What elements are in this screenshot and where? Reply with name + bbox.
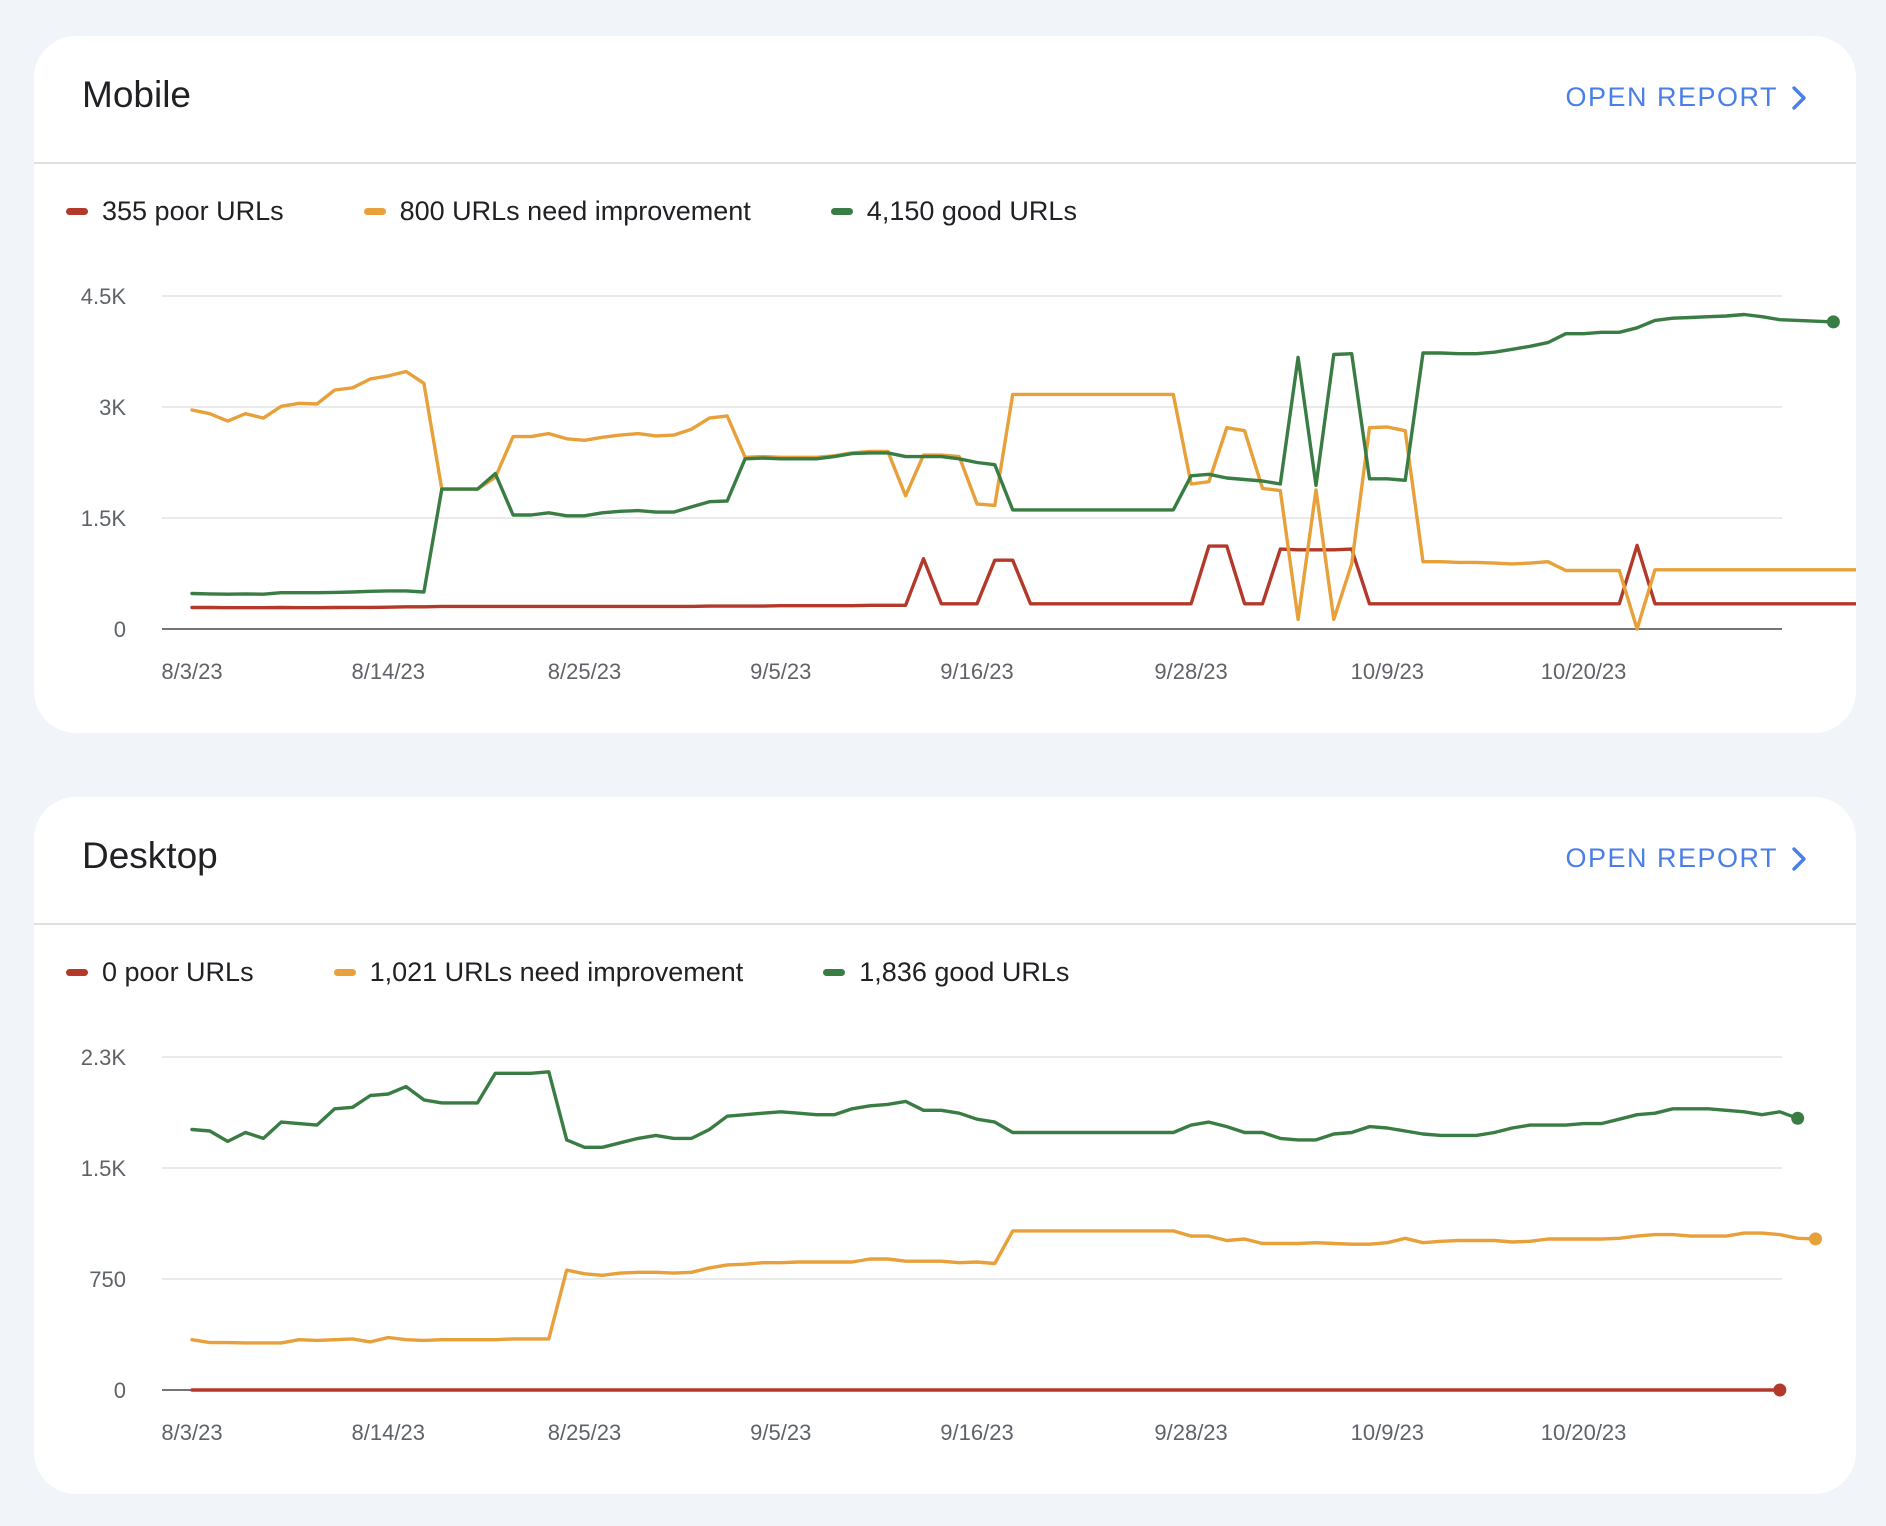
series-line-good [190, 1070, 1800, 1149]
x-tick-label: 9/5/23 [750, 1420, 811, 1445]
y-tick-label: 1.5K [81, 1156, 127, 1181]
x-tick-label: 10/20/23 [1541, 659, 1627, 684]
y-tick-label: 750 [89, 1267, 126, 1292]
mobile-card: Mobile OPEN REPORT 355 poor URLs 800 URL… [34, 36, 1856, 733]
x-tick-label: 8/14/23 [352, 659, 425, 684]
series-endpoint-poor [1773, 1383, 1787, 1397]
mobile-line-chart: 0 1.5K 3K 4.5K 8/3/23 8/14/23 8/25/23 9/5/23 9/1… [81, 284, 1856, 684]
series-endpoint-good [1791, 1111, 1805, 1125]
y-tick-label: 4.5K [81, 284, 127, 309]
desktop-card: Desktop OPEN REPORT 0 poor URLs 1,021 UR… [34, 797, 1856, 1494]
x-tick-label: 9/28/23 [1154, 1420, 1227, 1445]
y-tick-label: 0 [114, 617, 126, 642]
series-endpoint-good [1826, 315, 1840, 329]
x-tick-label: 8/3/23 [161, 659, 222, 684]
x-tick-label: 10/20/23 [1541, 1420, 1627, 1445]
x-tick-label: 8/25/23 [548, 659, 621, 684]
desktop-line-chart: 0 750 1.5K 2.3K 8/3/23 8/14/23 8/25/23 9/5/23 9/… [81, 1045, 1823, 1445]
series-line-needs_improvement [190, 1229, 1818, 1345]
series-line-good [190, 312, 1836, 596]
x-tick-label: 8/14/23 [352, 1420, 425, 1445]
y-tick-label: 3K [99, 395, 126, 420]
series-endpoint-needs_improvement [1809, 1232, 1823, 1246]
x-tick-label: 10/9/23 [1351, 1420, 1424, 1445]
x-tick-label: 9/16/23 [940, 1420, 1013, 1445]
x-tick-label: 8/25/23 [548, 1420, 621, 1445]
y-tick-label: 0 [114, 1378, 126, 1403]
series-line-poor [190, 543, 1856, 610]
y-tick-label: 1.5K [81, 506, 127, 531]
x-tick-label: 10/9/23 [1351, 659, 1424, 684]
x-tick-label: 9/16/23 [940, 659, 1013, 684]
x-tick-label: 9/28/23 [1154, 659, 1227, 684]
y-tick-label: 2.3K [81, 1045, 127, 1070]
x-tick-label: 9/5/23 [750, 659, 811, 684]
x-tick-label: 8/3/23 [161, 1420, 222, 1445]
